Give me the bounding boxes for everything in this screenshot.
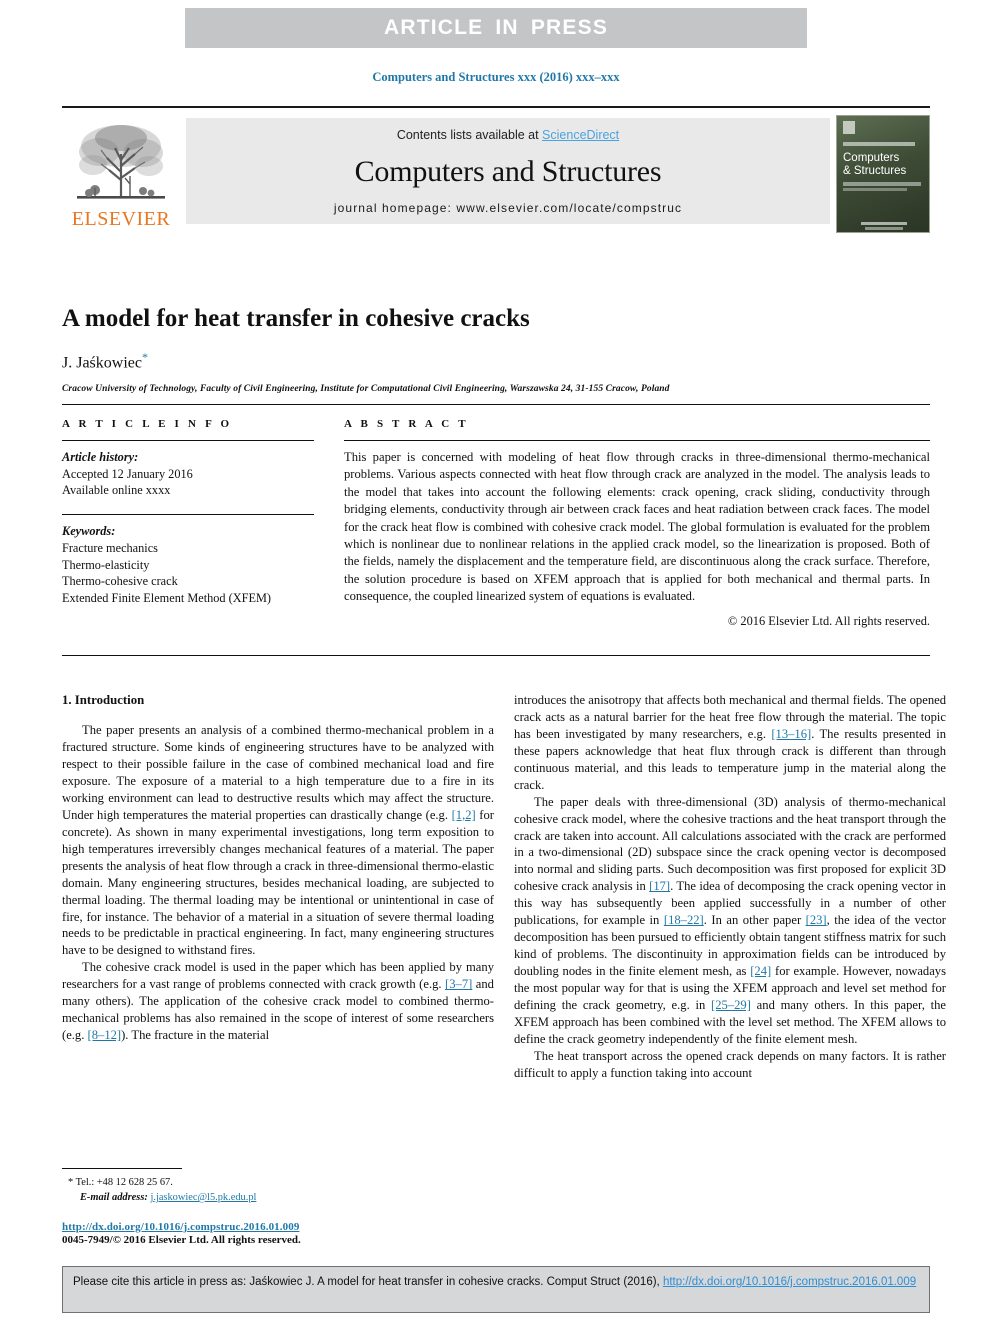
- citation-link[interactable]: [8–12]: [88, 1028, 122, 1042]
- paragraph: The paper deals with three-dimensional (…: [514, 794, 946, 1048]
- citation-link[interactable]: [24]: [750, 964, 771, 978]
- section-heading-introduction: 1. Introduction: [62, 693, 145, 707]
- cite-doi-link[interactable]: http://dx.doi.org/10.1016/j.compstruc.20…: [663, 1276, 916, 1288]
- issn-block: http://dx.doi.org/10.1016/j.compstruc.20…: [62, 1221, 494, 1246]
- cover-subtitle-bar: [843, 182, 921, 186]
- citation-link[interactable]: [25–29]: [711, 998, 751, 1012]
- journal-reference-line: Computers and Structures xxx (2016) xxx–…: [372, 70, 620, 84]
- body-column-right: introduces the anisotropy that affects b…: [514, 692, 946, 1204]
- footnote-tel: Tel.: +48 12 628 25 67.: [75, 1177, 173, 1188]
- cover-footer-bar-2: [865, 227, 903, 230]
- citation-link[interactable]: [18–22]: [664, 913, 704, 927]
- article-history-item: Accepted 12 January 2016: [62, 466, 193, 481]
- footnote-star-marker: *: [68, 1177, 74, 1188]
- citation-link[interactable]: [3–7]: [445, 977, 472, 991]
- paragraph-text: ). The fracture in the material: [121, 1028, 270, 1043]
- author-line: J. Jaśkowiec*: [62, 350, 930, 372]
- article-history-label: Article history:: [62, 450, 139, 464]
- paragraph: The heat transport across the opened cra…: [514, 1048, 946, 1080]
- elsevier-tree-icon: [73, 120, 169, 208]
- cite-this-article-box: Please cite this article in press as: Ja…: [62, 1266, 930, 1313]
- affiliation-line: Cracow University of Technology, Faculty…: [62, 383, 670, 394]
- footnote-tel-line: * Tel.: +48 12 628 25 67.: [62, 1175, 494, 1190]
- title-block: A model for heat transfer in cohesive cr…: [62, 288, 930, 394]
- cover-publisher-icon: [843, 121, 855, 134]
- article-info-heading: A R T I C L E I N F O: [62, 418, 233, 430]
- footnote-divider: [62, 1168, 182, 1169]
- article-in-press-banner: ARTICLE IN PRESS: [185, 8, 807, 48]
- body-column-left: 1. Introduction The paper presents an an…: [62, 692, 494, 1162]
- article-in-press-label: ARTICLE IN PRESS: [383, 16, 609, 39]
- journal-title: Computers and Structures: [354, 154, 662, 188]
- email-address-label: E-mail address:: [80, 1192, 148, 1204]
- paragraph-text: The paper presents an analysis of a comb…: [62, 723, 494, 822]
- citation-link[interactable]: [17]: [649, 879, 670, 893]
- info-top-divider: [62, 404, 930, 405]
- keyword-item: Fracture mechanics: [62, 540, 158, 555]
- paragraph-text: . In an other paper: [703, 913, 806, 928]
- keyword-item: Thermo-elasticity: [62, 557, 150, 572]
- keywords-divider: [62, 514, 314, 516]
- elsevier-logo: ELSEVIER: [62, 113, 180, 230]
- cover-kicker-bar: [843, 142, 915, 146]
- citation-link[interactable]: [23]: [806, 913, 827, 927]
- paragraph-text: for concrete). As shown in many experime…: [62, 807, 494, 958]
- article-history-item: Available online xxxx: [62, 483, 171, 498]
- cite-instruction-text: Please cite this article in press as: Ja…: [73, 1276, 663, 1288]
- keyword-item: Thermo-cohesive crack: [62, 574, 178, 589]
- cite-this-article-text: Please cite this article in press as: Ja…: [73, 1274, 919, 1290]
- article-info-column: A R T I C L E I N F O Article history: A…: [62, 418, 314, 607]
- abstract-column: A B S T R A C T This paper is concerned …: [344, 418, 930, 629]
- paragraph: introduces the anisotropy that affects b…: [514, 692, 946, 794]
- abstract-heading: A B S T R A C T: [344, 418, 469, 430]
- abstract-body: This paper is concerned with modeling of…: [344, 450, 930, 603]
- abstract-divider: [344, 440, 930, 441]
- paragraph: The cohesive crack model is used in the …: [62, 959, 494, 1044]
- journal-homepage-line[interactable]: journal homepage: www.elsevier.com/locat…: [334, 201, 682, 215]
- masthead-center-panel: Contents lists available at ScienceDirec…: [186, 118, 830, 224]
- keyword-item: Extended Finite Element Method (XFEM): [62, 591, 272, 606]
- doi-link[interactable]: http://dx.doi.org/10.1016/j.compstruc.20…: [62, 1221, 494, 1233]
- keywords-label: Keywords:: [62, 524, 116, 539]
- article-history-group: Article history: Accepted 12 January 201…: [62, 449, 314, 499]
- abstract-copyright: © 2016 Elsevier Ltd. All rights reserved…: [727, 614, 930, 629]
- citation-link[interactable]: [1,2]: [452, 808, 476, 822]
- elsevier-wordmark: ELSEVIER: [71, 208, 171, 230]
- cover-title: Computers & Structures: [843, 152, 906, 178]
- article-info-divider: [62, 440, 314, 441]
- contents-list-line: Contents lists available at ScienceDirec…: [397, 128, 619, 142]
- sciencedirect-link[interactable]: ScienceDirect: [542, 128, 619, 142]
- email-link[interactable]: j.jaskowiec@l5.pk.edu.pl: [150, 1192, 256, 1203]
- info-bottom-divider: [62, 655, 930, 656]
- cover-title-line1: Computers: [843, 152, 900, 164]
- paragraph: The paper presents an analysis of a comb…: [62, 722, 494, 959]
- issn-copyright-line: 0045-7949/© 2016 Elsevier Ltd. All right…: [62, 1234, 301, 1246]
- contents-prefix: Contents lists available at: [396, 128, 543, 142]
- journal-cover-thumbnail: Computers & Structures: [836, 115, 930, 233]
- cover-title-line2: & Structures: [843, 165, 907, 178]
- page-title: A model for heat transfer in cohesive cr…: [62, 304, 530, 332]
- cover-subtitle-bar-2: [843, 188, 907, 191]
- author-name: J. Jaśkowiec: [62, 354, 142, 372]
- corresponding-author-marker[interactable]: *: [142, 350, 148, 364]
- footnote-block: * Tel.: +48 12 628 25 67. E-mail address…: [62, 1168, 494, 1205]
- citation-link[interactable]: [13–16]: [771, 727, 811, 741]
- journal-masthead: ELSEVIER Contents lists available at Sci…: [62, 106, 930, 233]
- footnote-email-line: E-mail address: j.jaskowiec@l5.pk.edu.pl: [62, 1190, 494, 1205]
- paragraph-text: The cohesive crack model is used in the …: [62, 960, 494, 992]
- cover-footer-bar: [861, 222, 907, 225]
- keywords-group: Keywords: Fracture mechanics Thermo-elas…: [62, 523, 314, 607]
